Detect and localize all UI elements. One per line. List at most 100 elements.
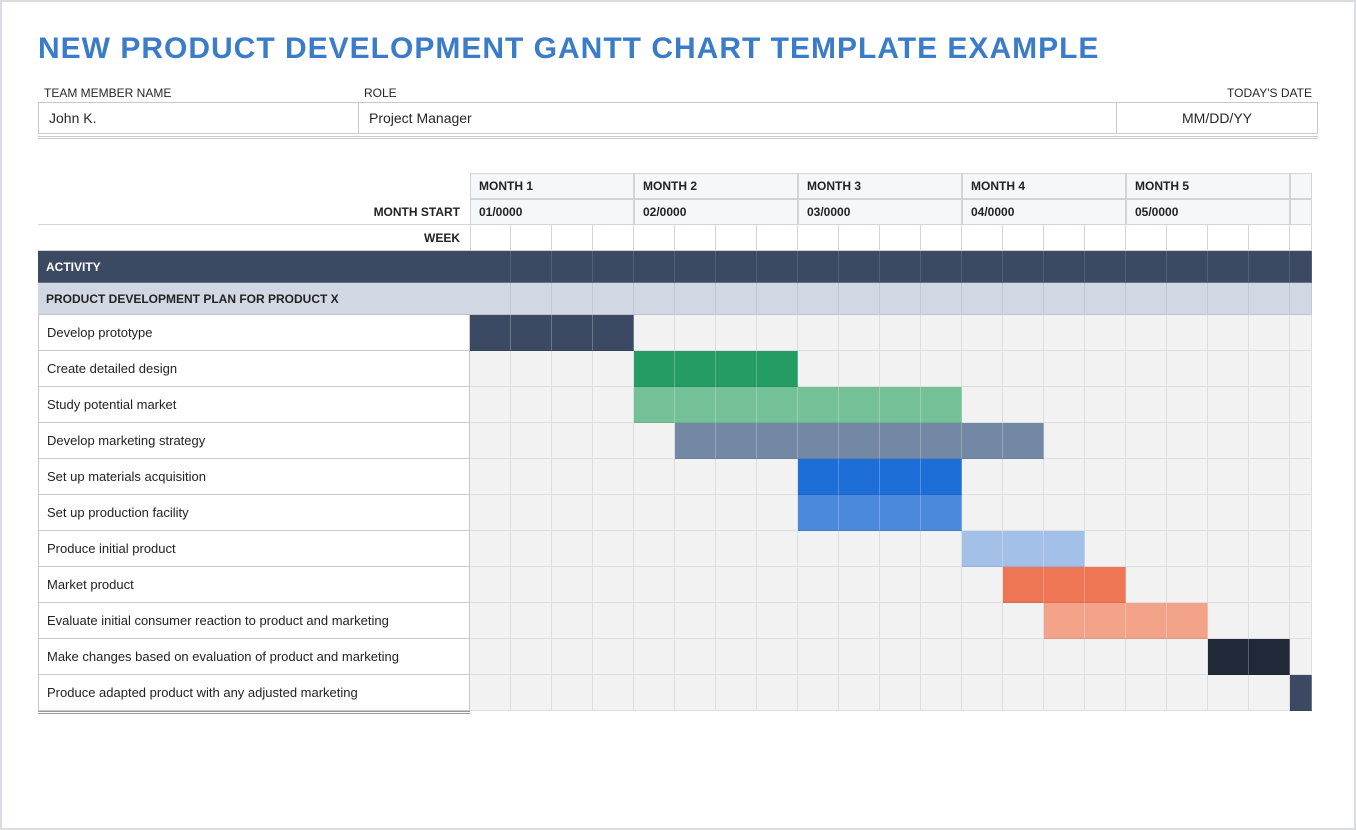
task-cell <box>1249 675 1290 711</box>
col-sliver <box>1290 225 1312 251</box>
task-cell <box>1167 423 1208 459</box>
task-cell <box>1208 315 1249 351</box>
task-cell <box>716 639 757 675</box>
task-cell <box>962 675 1003 711</box>
task-cell <box>1126 603 1167 639</box>
activity-header-cell <box>1208 251 1249 283</box>
task-cell <box>962 567 1003 603</box>
activity-header-cell <box>1003 251 1044 283</box>
task-cell <box>1167 567 1208 603</box>
task-cell <box>1003 351 1044 387</box>
task-cell <box>1249 603 1290 639</box>
page-frame: NEW PRODUCT DEVELOPMENT GANTT CHART TEMP… <box>0 0 1356 830</box>
month-start-value: 01/0000 <box>470 199 634 225</box>
task-cell <box>757 531 798 567</box>
task-cell <box>921 603 962 639</box>
task-cell <box>839 603 880 639</box>
task-cell <box>470 459 511 495</box>
task-cell <box>1208 603 1249 639</box>
task-cell <box>1044 639 1085 675</box>
task-cell <box>1126 315 1167 351</box>
task-cell <box>880 387 921 423</box>
task-cell <box>1208 423 1249 459</box>
task-cell <box>593 315 634 351</box>
task-cell <box>552 351 593 387</box>
task-cell <box>921 639 962 675</box>
task-cell <box>921 459 962 495</box>
task-cell <box>880 351 921 387</box>
task-cell <box>962 531 1003 567</box>
activity-header-cell <box>962 251 1003 283</box>
col-sliver <box>1290 173 1312 199</box>
task-cell <box>511 387 552 423</box>
task-row-label: Study potential market <box>38 387 470 423</box>
col-sliver <box>1290 387 1312 423</box>
task-cell <box>716 675 757 711</box>
activity-header-cell <box>675 251 716 283</box>
task-cell <box>511 675 552 711</box>
task-cell <box>552 567 593 603</box>
task-cell <box>634 567 675 603</box>
task-row-label: Produce initial product <box>38 531 470 567</box>
task-cell <box>552 423 593 459</box>
section-header-cell <box>757 283 798 315</box>
task-cell <box>552 459 593 495</box>
task-cell <box>798 567 839 603</box>
task-cell <box>1249 567 1290 603</box>
task-cell <box>839 423 880 459</box>
week-header-cell <box>921 225 962 251</box>
task-cell <box>1085 495 1126 531</box>
activity-header-cell <box>716 251 757 283</box>
activity-header-cell <box>1126 251 1167 283</box>
section-header-cell <box>1249 283 1290 315</box>
task-cell <box>880 315 921 351</box>
section-header-cell <box>1167 283 1208 315</box>
task-cell <box>1167 495 1208 531</box>
value-today: MM/DD/YY <box>1117 103 1317 133</box>
activity-header-cell <box>552 251 593 283</box>
task-cell <box>511 567 552 603</box>
activity-header-cell <box>511 251 552 283</box>
gantt-chart: MONTH 1MONTH 2MONTH 3MONTH 4MONTH 5MONTH… <box>38 173 1318 714</box>
col-sliver <box>1290 351 1312 387</box>
task-cell <box>921 531 962 567</box>
month-start-value: 04/0000 <box>962 199 1126 225</box>
task-cell <box>470 423 511 459</box>
task-row-label: Evaluate initial consumer reaction to pr… <box>38 603 470 639</box>
task-cell <box>757 603 798 639</box>
task-cell <box>1003 531 1044 567</box>
task-row-label: Develop prototype <box>38 315 470 351</box>
task-cell <box>798 495 839 531</box>
activity-header-cell <box>1249 251 1290 283</box>
task-cell <box>1085 603 1126 639</box>
task-cell <box>921 351 962 387</box>
task-cell <box>962 639 1003 675</box>
task-cell <box>1208 459 1249 495</box>
task-cell <box>757 459 798 495</box>
task-cell <box>880 567 921 603</box>
task-cell <box>593 495 634 531</box>
task-cell <box>1208 351 1249 387</box>
section-header-cell <box>921 283 962 315</box>
task-cell <box>962 603 1003 639</box>
task-cell <box>757 423 798 459</box>
task-cell <box>1249 459 1290 495</box>
task-row-label: Set up production facility <box>38 495 470 531</box>
week-header-cell <box>1126 225 1167 251</box>
task-cell <box>1167 531 1208 567</box>
task-cell <box>798 459 839 495</box>
col-sliver <box>1290 495 1312 531</box>
activity-header-cell <box>1167 251 1208 283</box>
task-cell <box>798 675 839 711</box>
task-cell <box>798 315 839 351</box>
week-header-cell <box>962 225 1003 251</box>
activity-header-cell <box>593 251 634 283</box>
task-cell <box>552 495 593 531</box>
task-cell <box>593 675 634 711</box>
task-cell <box>1044 387 1085 423</box>
task-cell <box>880 531 921 567</box>
activity-header-cell <box>634 251 675 283</box>
task-cell <box>470 495 511 531</box>
label-team-member: TEAM MEMBER NAME <box>38 84 358 102</box>
activity-header-cell <box>757 251 798 283</box>
